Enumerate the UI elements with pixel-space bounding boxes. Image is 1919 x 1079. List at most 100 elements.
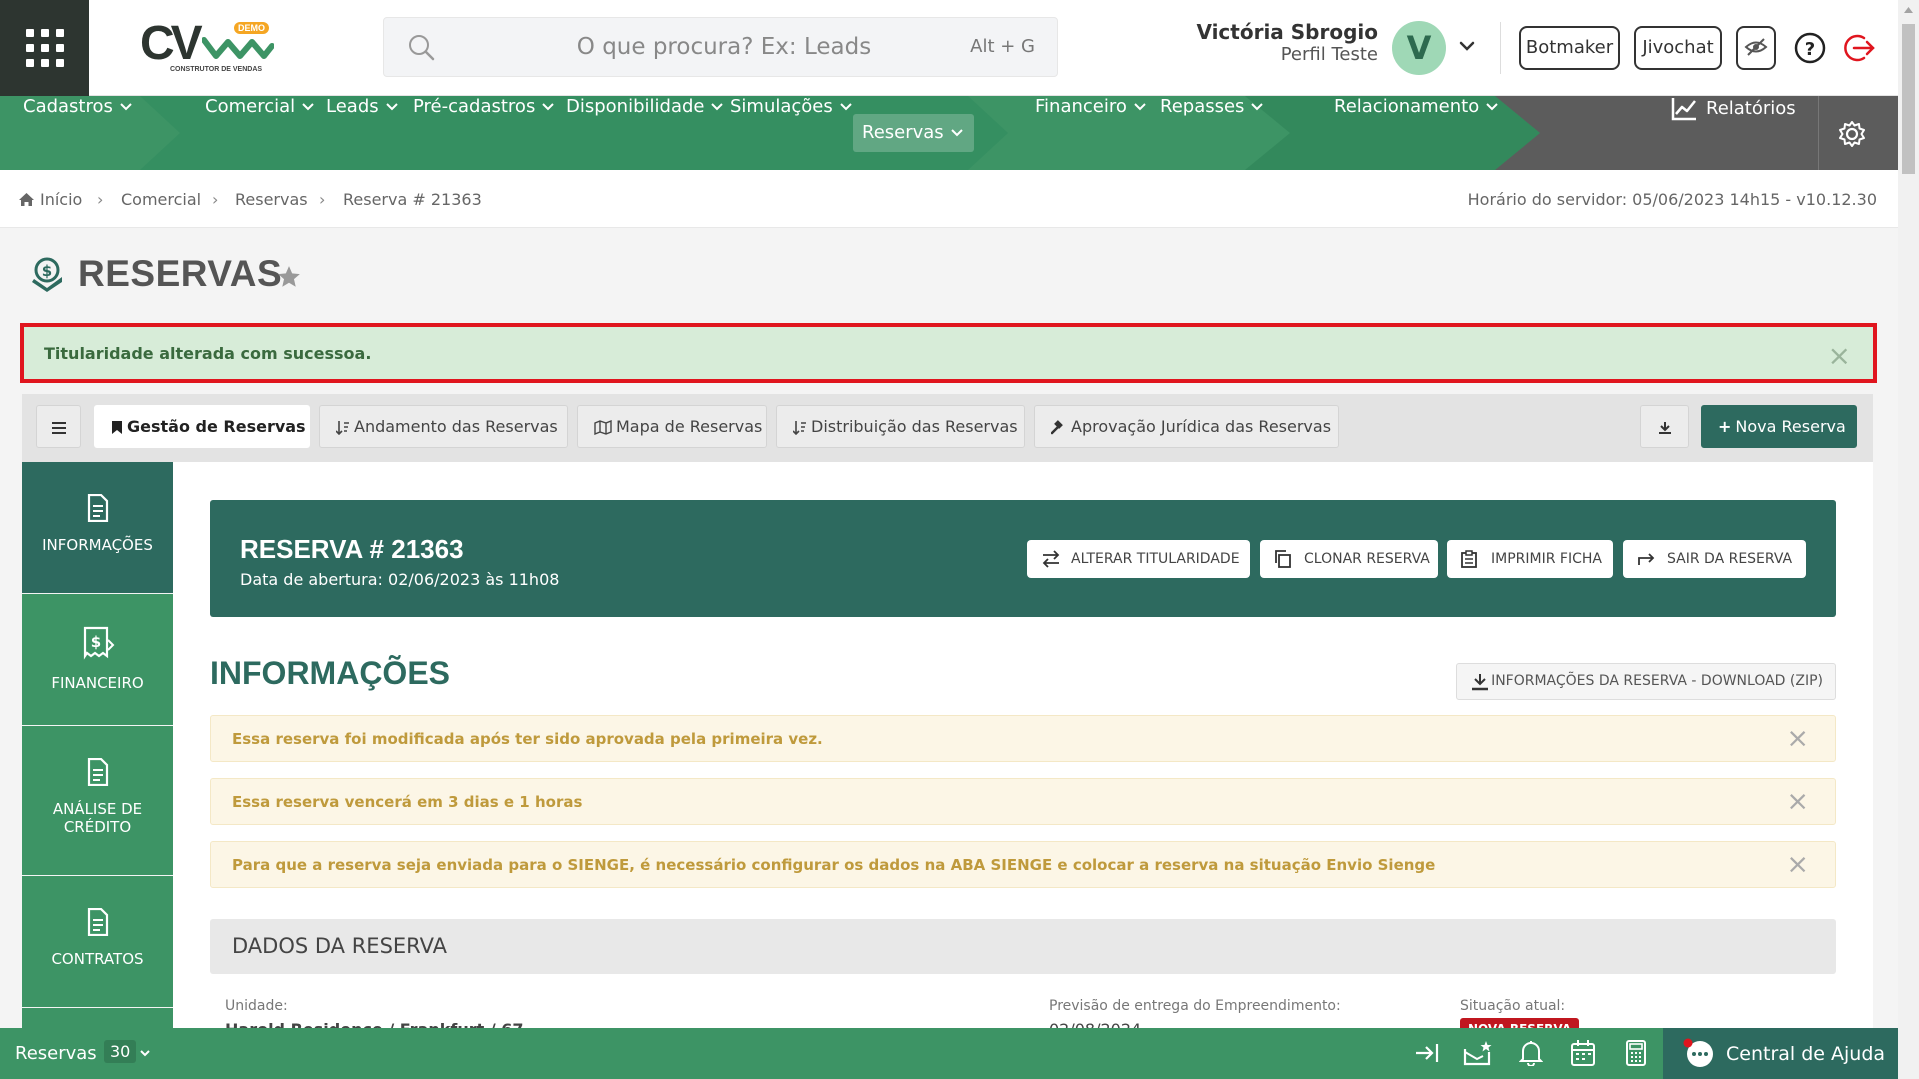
tab-label: Andamento das Reservas bbox=[354, 417, 558, 436]
svg-text:$: $ bbox=[42, 262, 52, 280]
nav-pre-cadastros[interactable]: Pré-cadastros bbox=[413, 96, 555, 170]
logo[interactable]: CV DEMO CONSTRUTOR DE VENDAS bbox=[140, 14, 280, 80]
download-icon bbox=[1658, 421, 1671, 434]
sidebar-item-label: ANÁLISE DE CRÉDITO bbox=[52, 800, 143, 836]
imprimir-ficha-button[interactable]: IMPRIMIR FICHA bbox=[1447, 540, 1613, 578]
page-title: RESERVAS bbox=[78, 253, 283, 294]
close-icon[interactable]: × bbox=[1786, 723, 1809, 754]
footer-reservas-label[interactable]: Reservas bbox=[15, 1043, 97, 1064]
global-search[interactable]: Alt + G bbox=[383, 17, 1058, 77]
reservation-banner: RESERVA # 21363 Data de abertura: 02/06/… bbox=[210, 500, 1836, 617]
warning-text: Essa reserva foi modificada após ter sid… bbox=[232, 730, 823, 748]
menu-toggle-button[interactable] bbox=[36, 405, 81, 448]
logout-icon[interactable] bbox=[1844, 32, 1876, 64]
chevron-down-icon[interactable] bbox=[1458, 36, 1476, 56]
mail-star-icon[interactable] bbox=[1463, 1040, 1493, 1066]
gear-icon[interactable] bbox=[1838, 120, 1866, 148]
svg-text:?: ? bbox=[1805, 39, 1815, 60]
chevron-down-icon[interactable] bbox=[139, 1049, 151, 1059]
sidebar-item-financeiro[interactable]: $ FINANCEIRO bbox=[22, 594, 173, 725]
download-button[interactable] bbox=[1640, 405, 1689, 448]
chevron-down-icon bbox=[385, 103, 398, 111]
user-info[interactable]: Victória Sbrogio Perfil Teste bbox=[1160, 20, 1378, 65]
eye-slash-icon bbox=[1744, 38, 1768, 56]
star-icon[interactable] bbox=[276, 264, 302, 290]
tab-mapa-reservas[interactable]: Mapa de Reservas bbox=[577, 405, 767, 448]
map-icon bbox=[594, 419, 612, 436]
sair-reserva-button[interactable]: SAIR DA RESERVA bbox=[1623, 540, 1806, 578]
button-label: Nova Reserva bbox=[1735, 417, 1846, 436]
success-alert-text: Titularidade alterada com sucessoa. bbox=[44, 344, 372, 363]
chevron-down-icon bbox=[950, 129, 963, 137]
bell-icon[interactable] bbox=[1519, 1040, 1543, 1066]
jivochat-button[interactable]: Jivochat bbox=[1634, 26, 1722, 70]
nav-simulacoes[interactable]: Simulações bbox=[730, 96, 853, 170]
search-shortcut: Alt + G bbox=[970, 36, 1035, 57]
chevron-down-icon bbox=[1251, 103, 1264, 111]
help-center-button[interactable]: Central de Ajuda bbox=[1663, 1028, 1898, 1079]
breadcrumb-item-reservas[interactable]: Reservas bbox=[235, 190, 308, 209]
sidebar-item-contratos[interactable]: CONTRATOS bbox=[22, 876, 173, 1007]
breadcrumb-item-comercial[interactable]: Comercial bbox=[121, 190, 201, 209]
reservas-count-badge[interactable]: 30 bbox=[104, 1040, 137, 1063]
share-arrow-icon bbox=[1638, 553, 1655, 565]
divider bbox=[1500, 22, 1501, 74]
download-zip-button[interactable]: INFORMAÇÕES DA RESERVA - DOWNLOAD (ZIP) bbox=[1456, 663, 1836, 700]
alterar-titularidade-button[interactable]: ALTERAR TITULARIDADE bbox=[1027, 540, 1250, 578]
nav-cadastros[interactable]: Cadastros bbox=[23, 96, 133, 170]
chevron-right-icon: › bbox=[319, 190, 326, 209]
page-scrollbar[interactable] bbox=[1898, 0, 1919, 1079]
tab-aprovacao-juridica[interactable]: Aprovação Jurídica das Reservas bbox=[1034, 405, 1339, 448]
nav-relatorios[interactable]: Relatórios bbox=[1670, 96, 1796, 170]
calculator-icon[interactable] bbox=[1625, 1039, 1647, 1067]
tab-label: Mapa de Reservas bbox=[616, 417, 763, 436]
tab-label: Distribuição das Reservas bbox=[811, 417, 1018, 436]
gavel-icon bbox=[1050, 420, 1063, 435]
avatar[interactable]: V bbox=[1392, 21, 1446, 75]
close-icon[interactable]: × bbox=[1786, 849, 1809, 880]
chevron-right-icon: › bbox=[212, 190, 219, 209]
search-input[interactable] bbox=[464, 26, 984, 68]
logo-badge: DEMO bbox=[234, 22, 269, 34]
warning-text: Para que a reserva seja enviada para o S… bbox=[232, 856, 1436, 874]
chevron-down-icon bbox=[542, 103, 555, 111]
success-alert: Titularidade alterada com sucessoa. × bbox=[20, 323, 1877, 383]
button-label: IMPRIMIR FICHA bbox=[1491, 551, 1602, 567]
sidebar-item-more[interactable] bbox=[22, 1008, 173, 1028]
nav-leads[interactable]: Leads bbox=[326, 96, 399, 170]
clonar-reserva-button[interactable]: CLONAR RESERVA bbox=[1260, 540, 1438, 578]
document-icon bbox=[87, 758, 108, 786]
tab-gestao-reservas[interactable]: Gestão de Reservas bbox=[94, 405, 310, 448]
privacy-toggle-button[interactable] bbox=[1736, 26, 1776, 70]
nav-label: Leads bbox=[326, 96, 379, 117]
chevron-down-icon bbox=[302, 103, 314, 111]
clipboard-icon bbox=[1461, 550, 1477, 568]
close-icon[interactable]: × bbox=[1786, 786, 1809, 817]
collapse-right-icon[interactable] bbox=[1414, 1041, 1440, 1065]
tab-andamento-reservas[interactable]: Andamento das Reservas bbox=[319, 405, 568, 448]
nav-repasses[interactable]: Repasses bbox=[1160, 96, 1264, 170]
apps-grid-icon[interactable] bbox=[0, 0, 89, 96]
nav-reservas[interactable]: Reservas bbox=[853, 114, 974, 152]
tab-label: Gestão de Reservas bbox=[127, 417, 306, 436]
tab-distribuicao-reservas[interactable]: Distribuição das Reservas bbox=[776, 405, 1025, 448]
breadcrumb-item-inicio[interactable]: Início bbox=[40, 190, 82, 209]
sidebar-item-informacoes[interactable]: INFORMAÇÕES bbox=[22, 462, 173, 593]
server-time: Horário do servidor: 05/06/2023 14h15 - … bbox=[1467, 190, 1877, 209]
botmaker-button[interactable]: Botmaker bbox=[1519, 26, 1620, 70]
nav-label: Simulações bbox=[730, 96, 833, 117]
nav-relacionamento[interactable]: Relacionamento bbox=[1334, 96, 1499, 170]
nav-financeiro[interactable]: Financeiro bbox=[1035, 96, 1147, 170]
new-reservation-button[interactable]: + Nova Reserva bbox=[1701, 405, 1857, 448]
nav-comercial[interactable]: Comercial bbox=[205, 96, 315, 170]
scrollbar-thumb[interactable] bbox=[1902, 24, 1915, 174]
breadcrumb: Início › Comercial › Reservas › Reserva … bbox=[0, 170, 1898, 228]
nav-disponibilidade[interactable]: Disponibilidade bbox=[566, 96, 724, 170]
help-icon[interactable]: ? bbox=[1794, 32, 1826, 64]
calendar-icon[interactable] bbox=[1570, 1039, 1596, 1067]
warning-alert: Essa reserva vencerá em 3 dias e 1 horas… bbox=[210, 778, 1836, 825]
sidebar-item-analise-credito[interactable]: ANÁLISE DE CRÉDITO bbox=[22, 726, 173, 875]
scroll-up-arrow-icon[interactable] bbox=[1903, 6, 1914, 14]
close-icon[interactable]: × bbox=[1828, 339, 1851, 372]
sidebar-item-label: FINANCEIRO bbox=[51, 674, 144, 692]
